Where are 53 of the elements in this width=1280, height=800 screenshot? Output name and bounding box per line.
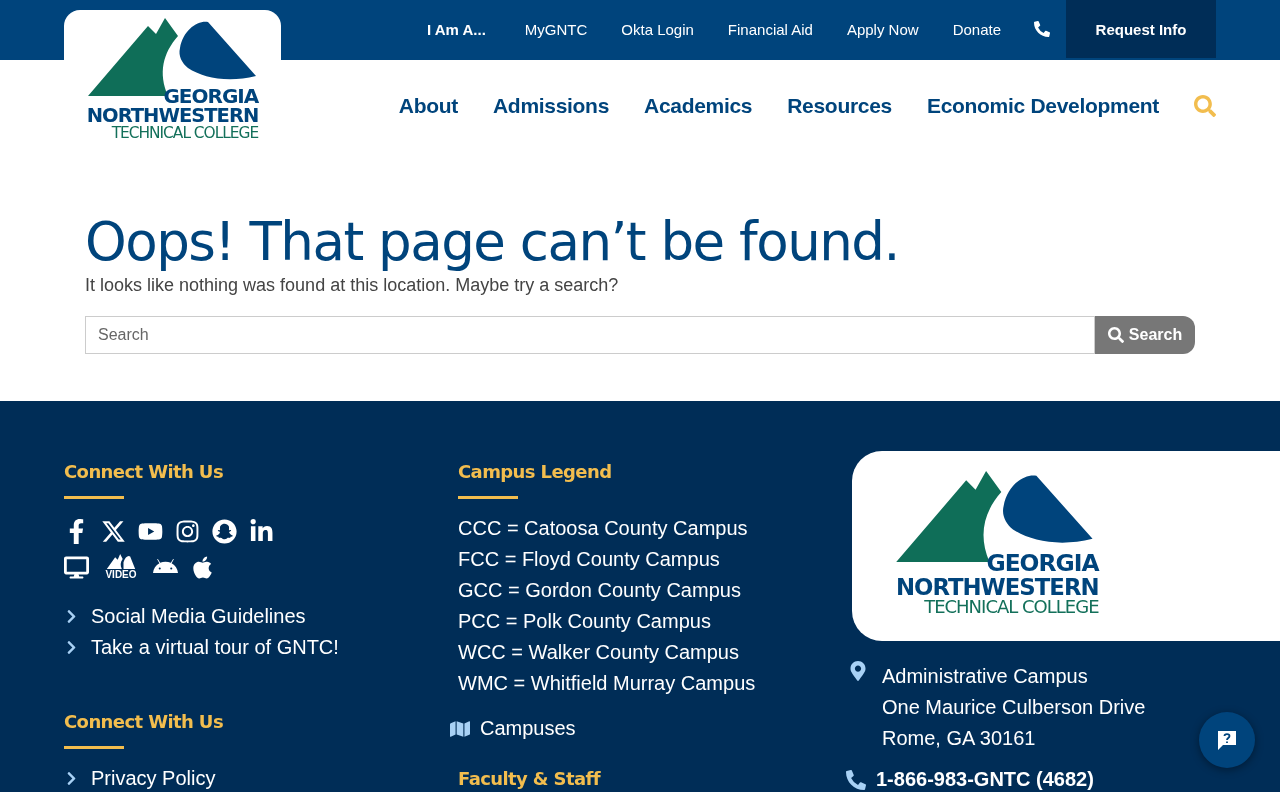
logo-text: GEORGIA (163, 86, 259, 106)
address-line: One Maurice Culberson Drive (882, 695, 1146, 720)
phone-icon (846, 769, 866, 790)
top-link[interactable]: Donate (935, 0, 1018, 59)
video-link[interactable]: VIDEO (101, 554, 141, 580)
main-nav-link[interactable]: Resources (787, 93, 892, 118)
footer-heading: Campus Legend (458, 461, 613, 482)
main-nav-link[interactable]: About (398, 93, 458, 118)
campus-legend-line: CCC = Catoosa County Campus (458, 516, 749, 541)
logo-text: NORTHWESTERN (896, 575, 1099, 599)
x-icon[interactable] (101, 518, 126, 544)
campus-legend-line: WMC = Whitfield Murray Campus (458, 671, 757, 696)
main-nav-link[interactable]: Economic Development (926, 93, 1159, 118)
logo-text: TECHNICAL COLLEGE (924, 598, 1099, 617)
footer-link[interactable]: Social Media Guidelines (64, 601, 458, 632)
instagram-icon[interactable] (175, 518, 200, 544)
page-title: Oops! That page can’t be found. (85, 210, 900, 274)
campus-legend-line: FCC = Floyd County Campus (458, 547, 721, 572)
map-icon (450, 718, 470, 739)
top-link[interactable]: Apply Now (829, 0, 936, 59)
main-nav-link[interactable]: Academics (644, 93, 753, 118)
question-chat-icon (1216, 729, 1238, 751)
desktop-icon[interactable] (64, 554, 89, 580)
top-link[interactable]: Financial Aid (710, 0, 830, 59)
campus-legend-line: WCC = Walker County Campus (458, 640, 740, 665)
address-line: Rome, GA 30161 (882, 726, 1037, 751)
phone-link[interactable]: 1-866-983-GNTC (4682) (846, 768, 1280, 791)
top-menu-link[interactable]: I Am A... (404, 0, 508, 59)
apple-icon[interactable] (190, 554, 215, 580)
error-message: It looks like nothing was found at this location. Maybe try a search? (85, 274, 620, 296)
logo-text: GEORGIA (986, 552, 1099, 576)
search-icon (1107, 327, 1124, 343)
campus-legend-line: PCC = Polk County Campus (458, 609, 712, 634)
campus-legend-line: GCC = Gordon County Campus (458, 578, 742, 603)
footer-heading: Faculty & Staff (458, 768, 602, 789)
linkedin-icon[interactable] (249, 518, 274, 544)
footer-link[interactable]: Privacy Policy (64, 763, 458, 794)
search-field[interactable]: Search (85, 316, 1095, 354)
top-link[interactable]: Okta Login (604, 0, 711, 59)
campuses-link[interactable]: Campuses (450, 717, 852, 740)
logo-text: TECHNICAL COLLEGE (111, 125, 259, 141)
logo-text: NORTHWESTERN (86, 106, 259, 126)
request-info-button[interactable]: Request Info (1066, 0, 1216, 59)
address-line: Administrative Campus (882, 664, 1089, 689)
location-icon (848, 661, 868, 681)
main-nav-link[interactable]: Admissions (493, 93, 610, 118)
search-button[interactable]: Search (1095, 316, 1195, 354)
help-chat-button[interactable] (1199, 712, 1255, 768)
footer-heading: Connect With Us (64, 461, 224, 482)
footer-heading: Connect With Us (64, 711, 224, 732)
snapchat-icon[interactable] (212, 518, 237, 544)
footer-link[interactable]: Take a virtual tour of GNTC! (64, 632, 458, 663)
top-link[interactable]: MyGNTC (507, 0, 605, 59)
